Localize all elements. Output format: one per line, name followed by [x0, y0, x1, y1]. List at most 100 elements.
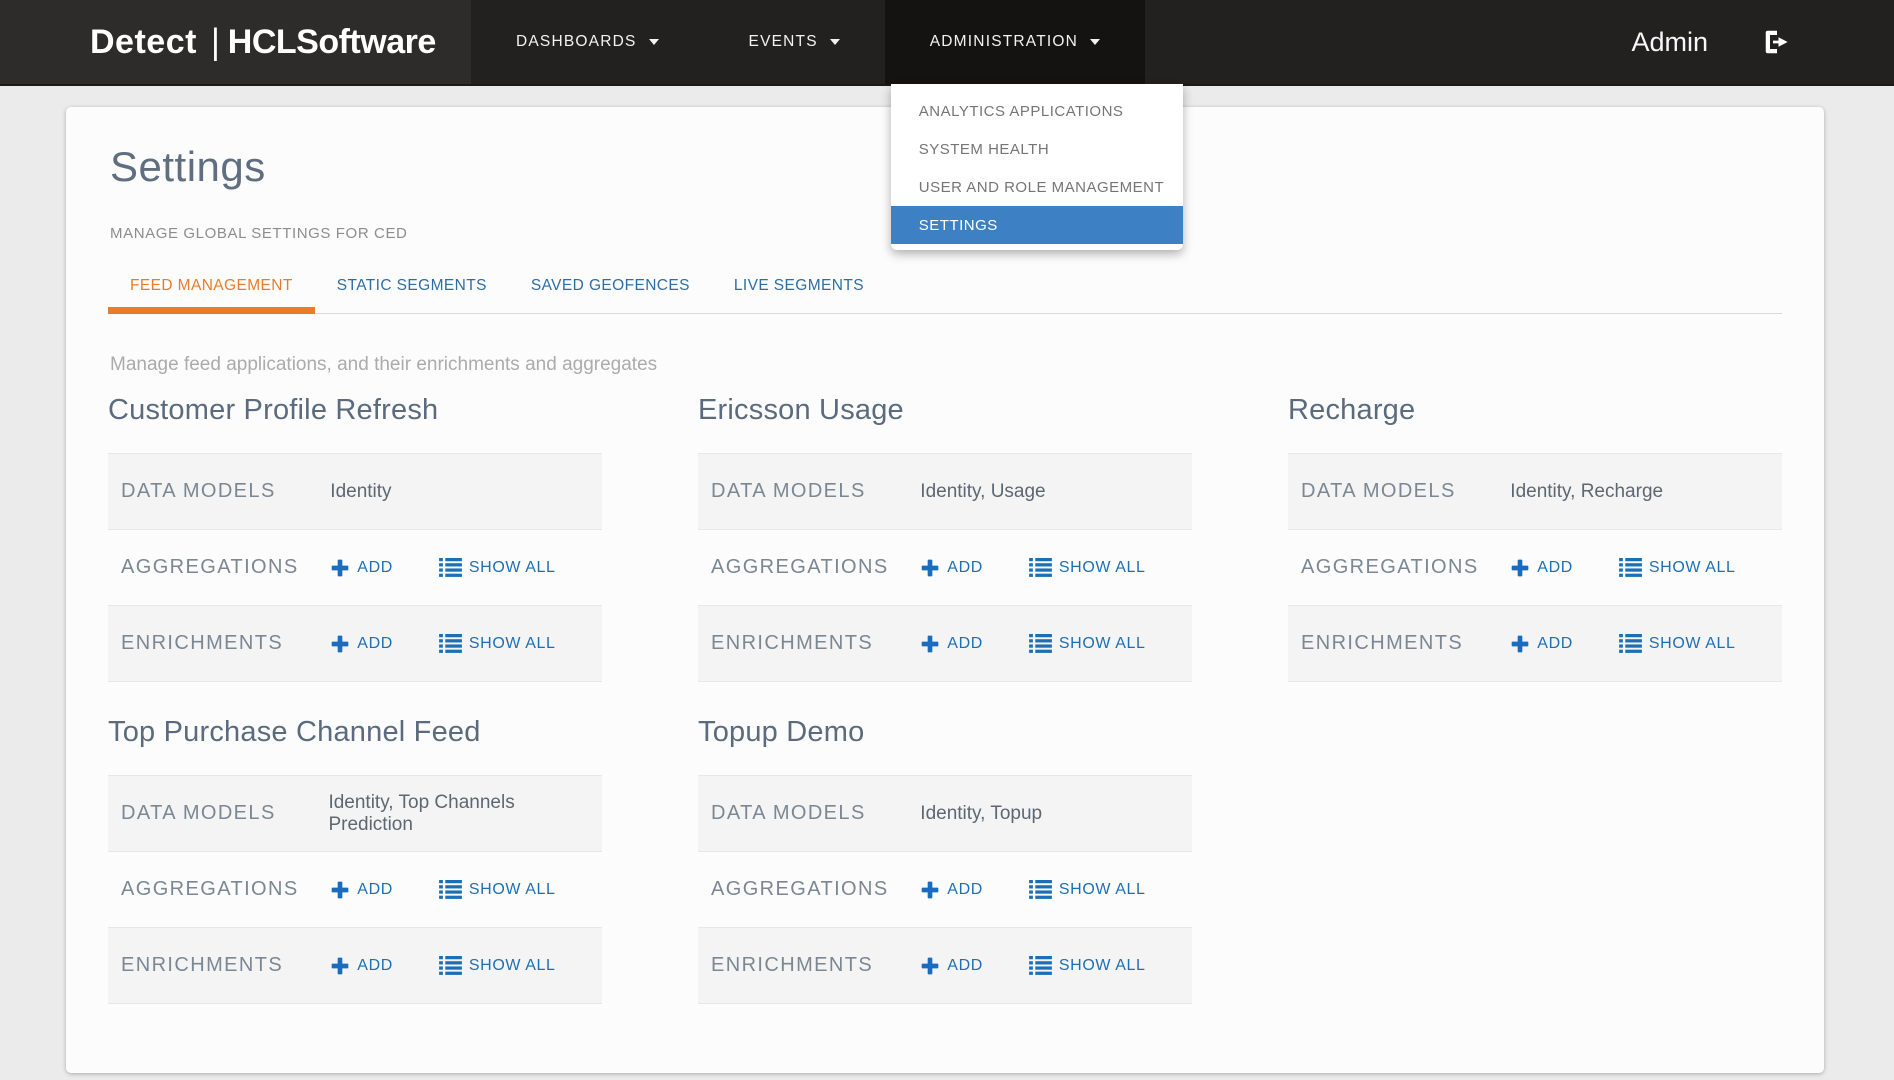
add-enrichment-button[interactable]: ADD: [920, 634, 983, 654]
data-models-value: Identity: [330, 481, 391, 503]
sign-out-icon: [1762, 27, 1792, 57]
show-all-enrichments-button[interactable]: SHOW ALL: [1029, 956, 1146, 975]
plus-icon: [1510, 558, 1530, 578]
aggregations-label: AGGREGATIONS: [1288, 556, 1510, 579]
data-models-value: Identity, Topup: [920, 803, 1042, 825]
menu-item-analytics-applications[interactable]: ANALYTICS APPLICATIONS: [891, 92, 1183, 130]
show-all-enrichments-button[interactable]: SHOW ALL: [1029, 634, 1146, 653]
menu-item-system-health[interactable]: SYSTEM HEALTH: [891, 130, 1183, 168]
list-icon: [1029, 880, 1052, 899]
plus-icon: [920, 558, 940, 578]
add-enrichment-button[interactable]: ADD: [1510, 634, 1573, 654]
add-label: ADD: [947, 559, 983, 577]
navbar: Detect | HCLSoftware DASHBOARDS EVENTS A…: [0, 0, 1894, 86]
show-all-aggregations-button[interactable]: SHOW ALL: [1029, 880, 1146, 899]
show-all-aggregations-button[interactable]: SHOW ALL: [439, 880, 556, 899]
aggregations-row: AGGREGATIONS ADD: [108, 852, 602, 928]
feed-title: Customer Profile Refresh: [108, 394, 602, 427]
data-models-row: DATA MODELS Identity, Topup: [698, 776, 1192, 852]
add-aggregation-button[interactable]: ADD: [330, 880, 393, 900]
list-icon: [1029, 956, 1052, 975]
navbar-right: Admin: [1631, 0, 1894, 84]
nav-events[interactable]: EVENTS: [704, 0, 885, 84]
plus-icon: [330, 634, 350, 654]
enrichments-label: ENRICHMENTS: [108, 954, 330, 977]
show-all-aggregations-button[interactable]: SHOW ALL: [1619, 558, 1736, 577]
user-menu[interactable]: Admin: [1631, 27, 1708, 58]
add-label: ADD: [357, 957, 393, 975]
aggregations-label: AGGREGATIONS: [108, 878, 330, 901]
show-all-aggregations-button[interactable]: SHOW ALL: [439, 558, 556, 577]
show-all-label: SHOW ALL: [1059, 635, 1146, 653]
tab-saved-geofences[interactable]: SAVED GEOFENCES: [509, 264, 712, 314]
add-aggregation-button[interactable]: ADD: [920, 558, 983, 578]
chevron-down-icon: [830, 39, 840, 45]
feed-title: Topup Demo: [698, 716, 1192, 749]
data-models-value: Identity, Top Channels Prediction: [328, 792, 602, 836]
add-enrichment-button[interactable]: ADD: [920, 956, 983, 976]
show-all-label: SHOW ALL: [469, 957, 556, 975]
aggregations-row: AGGREGATIONS ADD: [1288, 530, 1782, 606]
add-aggregation-button[interactable]: ADD: [1510, 558, 1573, 578]
settings-card: Settings MANAGE GLOBAL SETTINGS FOR CED …: [66, 107, 1824, 1073]
add-label: ADD: [357, 881, 393, 899]
feed-title: Ericsson Usage: [698, 394, 1192, 427]
sign-out-button[interactable]: [1762, 27, 1792, 57]
feed-title: Top Purchase Channel Feed: [108, 716, 602, 749]
aggregations-row: AGGREGATIONS ADD: [698, 530, 1192, 606]
add-aggregation-button[interactable]: ADD: [330, 558, 393, 578]
enrichments-label: ENRICHMENTS: [698, 632, 920, 655]
aggregations-label: AGGREGATIONS: [698, 878, 920, 901]
tab-bar: FEED MANAGEMENT STATIC SEGMENTS SAVED GE…: [108, 264, 1782, 314]
list-icon: [1619, 634, 1642, 653]
show-all-aggregations-button[interactable]: SHOW ALL: [1029, 558, 1146, 577]
plus-icon: [330, 558, 350, 578]
plus-icon: [330, 880, 350, 900]
feed-card: Recharge DATA MODELS Identity, Recharge …: [1288, 394, 1782, 682]
plus-icon: [920, 880, 940, 900]
data-models-label: DATA MODELS: [698, 480, 920, 503]
nav-dashboards[interactable]: DASHBOARDS: [471, 0, 704, 84]
aggregations-label: AGGREGATIONS: [108, 556, 330, 579]
menu-item-user-and-role-management[interactable]: USER AND ROLE MANAGEMENT: [891, 168, 1183, 206]
add-label: ADD: [357, 559, 393, 577]
brand-logo[interactable]: Detect | HCLSoftware: [0, 0, 471, 84]
show-all-enrichments-button[interactable]: SHOW ALL: [439, 956, 556, 975]
nav-administration[interactable]: ADMINISTRATION ANALYTICS APPLICATIONS SY…: [885, 0, 1145, 84]
nav-dashboards-label: DASHBOARDS: [516, 33, 637, 51]
add-enrichment-button[interactable]: ADD: [330, 956, 393, 976]
main-nav: DASHBOARDS EVENTS ADMINISTRATION ANALYTI…: [471, 0, 1145, 84]
aggregations-row: AGGREGATIONS ADD: [698, 852, 1192, 928]
section-description: Manage feed applications, and their enri…: [110, 354, 1782, 376]
aggregations-label: AGGREGATIONS: [698, 556, 920, 579]
enrichments-row: ENRICHMENTS ADD: [108, 606, 602, 682]
add-aggregation-button[interactable]: ADD: [920, 880, 983, 900]
list-icon: [439, 956, 462, 975]
add-enrichment-button[interactable]: ADD: [330, 634, 393, 654]
show-all-enrichments-button[interactable]: SHOW ALL: [1619, 634, 1736, 653]
show-all-enrichments-button[interactable]: SHOW ALL: [439, 634, 556, 653]
show-all-label: SHOW ALL: [469, 635, 556, 653]
aggregations-row: AGGREGATIONS ADD: [108, 530, 602, 606]
tab-static-segments[interactable]: STATIC SEGMENTS: [315, 264, 509, 314]
tab-live-segments[interactable]: LIVE SEGMENTS: [712, 264, 886, 314]
data-models-row: DATA MODELS Identity, Top Channels Predi…: [108, 776, 602, 852]
show-all-label: SHOW ALL: [469, 559, 556, 577]
chevron-down-icon: [1090, 39, 1100, 45]
nav-events-label: EVENTS: [749, 33, 818, 51]
plus-icon: [330, 956, 350, 976]
list-icon: [1619, 558, 1642, 577]
brand-separator: |: [211, 22, 220, 63]
chevron-down-icon: [649, 39, 659, 45]
nav-administration-label: ADMINISTRATION: [930, 33, 1078, 51]
feed-table: DATA MODELS Identity, Top Channels Predi…: [108, 775, 602, 1004]
add-label: ADD: [947, 881, 983, 899]
data-models-value: Identity, Usage: [920, 481, 1045, 503]
list-icon: [439, 634, 462, 653]
list-icon: [1029, 634, 1052, 653]
tab-feed-management[interactable]: FEED MANAGEMENT: [108, 264, 315, 314]
menu-item-settings[interactable]: SETTINGS: [891, 206, 1183, 244]
data-models-row: DATA MODELS Identity, Recharge: [1288, 454, 1782, 530]
feed-table: DATA MODELS Identity AGGREGATIONS ADD: [108, 453, 602, 682]
plus-icon: [920, 956, 940, 976]
